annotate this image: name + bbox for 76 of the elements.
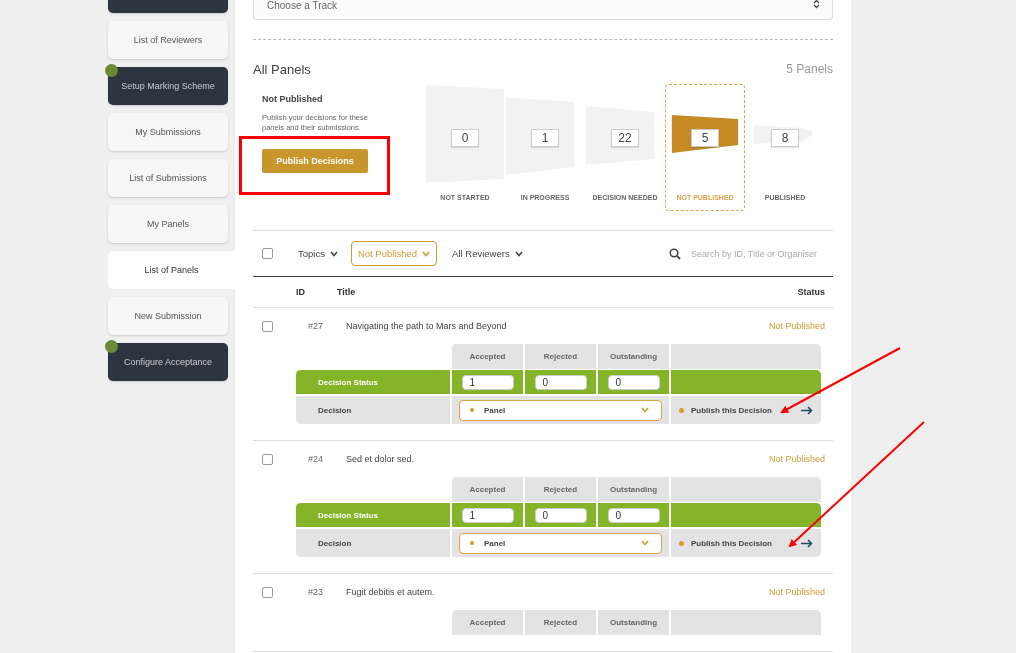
- select-placeholder: Choose a Track: [267, 0, 338, 11]
- stage-count: 8: [771, 129, 799, 147]
- panel-count: 5 Panels: [786, 62, 833, 77]
- column-header: Outstanding: [596, 477, 669, 502]
- section-title: All Panels: [253, 62, 311, 77]
- row-label: Decision: [296, 394, 450, 424]
- column-header: Rejected: [523, 344, 596, 369]
- sidebar-item[interactable]: Setup Marking Scheme: [108, 67, 228, 105]
- number-field[interactable]: 0: [534, 374, 587, 390]
- status-dot: [679, 407, 684, 413]
- column-header: ID: [296, 287, 306, 297]
- stage-count: 1: [531, 129, 559, 147]
- chevron-icon: [422, 250, 431, 257]
- checkbox[interactable]: [262, 453, 273, 465]
- stage-count: 22: [611, 129, 639, 147]
- sidebar-item[interactable]: New Submission: [108, 297, 228, 335]
- sidebar-item[interactable]: My Panels: [108, 205, 228, 243]
- status-dot: [679, 540, 684, 546]
- publish-decision-button[interactable]: Publish this Decision: [669, 394, 821, 424]
- decision-select[interactable]: Panel: [459, 532, 662, 554]
- column-header: Accepted: [450, 344, 523, 369]
- row-title: Navigating the path to Mars and Beyond: [346, 321, 508, 331]
- row-label: Decision Status: [296, 369, 450, 394]
- status-text: Not Published: [768, 321, 825, 331]
- reviewers-dropdown[interactable]: All Reviewers: [452, 248, 523, 259]
- column-header: Title: [337, 287, 356, 297]
- row-title: Sed et dolor sed.: [346, 454, 416, 464]
- column-header: Rejected: [523, 610, 596, 635]
- number-field[interactable]: 1: [461, 374, 514, 390]
- row-title: Fugit debitis et autem.: [346, 587, 436, 597]
- number-field[interactable]: 0: [534, 507, 587, 523]
- stage-count: 5: [691, 129, 719, 147]
- number-field[interactable]: 0: [607, 507, 660, 523]
- sidebar-item[interactable]: Configure Acceptance: [108, 343, 228, 381]
- select-value: Panel: [484, 538, 506, 548]
- arrow-icon: [801, 538, 813, 548]
- chevron-icon: [329, 250, 338, 257]
- checkbox[interactable]: [262, 586, 273, 598]
- track-select[interactable]: Choose a Track: [253, 0, 833, 20]
- option-dot: [470, 408, 474, 412]
- number-field[interactable]: 0: [607, 374, 660, 390]
- number-field[interactable]: 1: [461, 507, 514, 523]
- arrow-icon: [801, 405, 813, 415]
- chevron-icon: [514, 250, 523, 257]
- row-id: #27: [308, 321, 325, 331]
- stage-count: 0: [451, 129, 479, 147]
- column-header: Outstanding: [596, 610, 669, 635]
- row-label: Decision: [296, 527, 450, 557]
- column-header: Status: [797, 287, 825, 297]
- button-label: Publish this Decision: [691, 405, 773, 415]
- status-text: Not Published: [768, 587, 825, 597]
- column-header: Outstanding: [596, 344, 669, 369]
- checkbox[interactable]: [262, 248, 273, 259]
- sidebar-item[interactable]: List of Submissions: [108, 159, 228, 197]
- up-down-icon: [813, 0, 820, 11]
- status-text: Not Published: [768, 454, 825, 464]
- column-header: Accepted: [450, 610, 523, 635]
- chevron-icon: [641, 540, 649, 546]
- subtitle: Not Published: [262, 94, 324, 104]
- column-header: Rejected: [523, 477, 596, 502]
- button-label: Publish this Decision: [691, 538, 773, 548]
- sidebar-item[interactable]: My Submissions: [108, 113, 228, 151]
- select-value: Panel: [484, 405, 506, 415]
- search-icon: [668, 247, 681, 260]
- row-label: Decision Status: [296, 502, 450, 527]
- sidebar-item[interactable]: List of Panels: [108, 251, 235, 289]
- checkbox[interactable]: [262, 320, 273, 332]
- row-id: #24: [308, 454, 325, 464]
- chevron-icon: [641, 407, 649, 413]
- row-id: #23: [308, 587, 325, 597]
- publish-decision-button[interactable]: Publish this Decision: [669, 527, 821, 557]
- decision-select[interactable]: Panel: [459, 399, 662, 421]
- topics-dropdown[interactable]: Topics: [298, 248, 338, 259]
- column-header: Accepted: [450, 477, 523, 502]
- option-dot: [470, 541, 474, 545]
- sidebar-item[interactable]: List of Reviewers: [108, 21, 228, 59]
